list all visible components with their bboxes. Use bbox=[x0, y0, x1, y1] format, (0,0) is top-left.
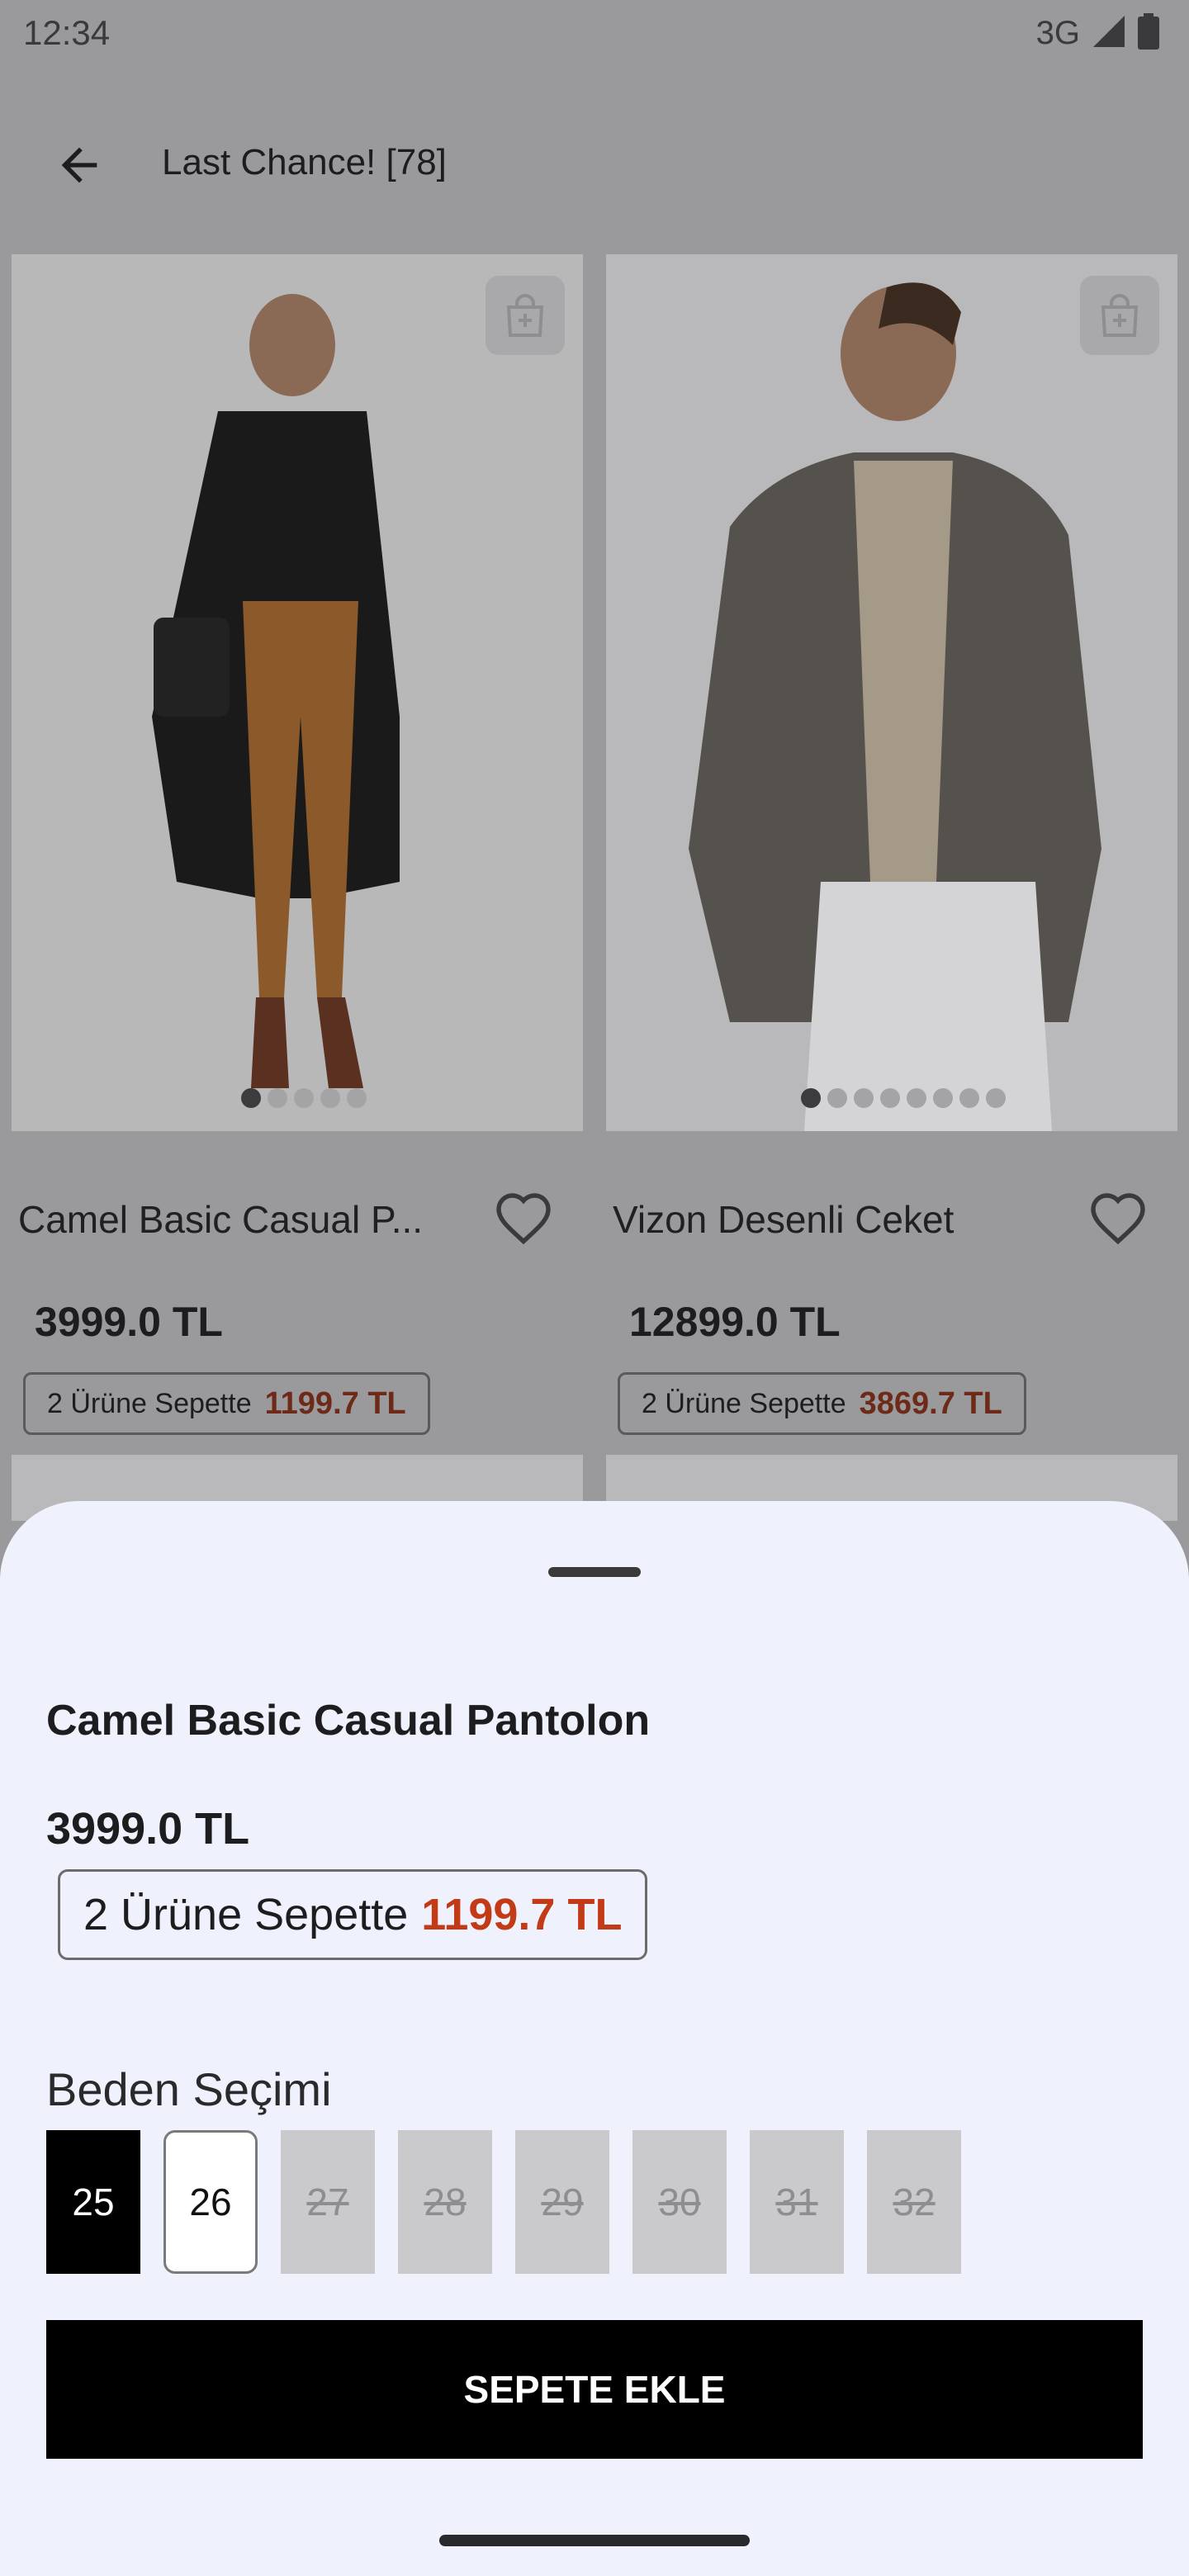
carousel-dot[interactable] bbox=[827, 1088, 847, 1108]
size-section-label: Beden Seçimi bbox=[46, 2063, 332, 2115]
promo-price: 1199.7 TL bbox=[421, 1890, 623, 1939]
size-option-26[interactable]: 26 bbox=[163, 2130, 258, 2274]
favorite-button[interactable] bbox=[1083, 1186, 1153, 1255]
image-carousel-dots bbox=[801, 1088, 1006, 1108]
size-option-25[interactable]: 25 bbox=[46, 2130, 140, 2274]
signal-icon bbox=[1092, 14, 1126, 53]
arrow-left-icon bbox=[61, 147, 97, 183]
carousel-dot[interactable] bbox=[907, 1088, 926, 1108]
carousel-dot[interactable] bbox=[241, 1088, 261, 1108]
app-header: Last Chance! [78] bbox=[0, 69, 1189, 254]
carousel-dot[interactable] bbox=[268, 1088, 287, 1108]
cart-promo-badge: 2 Ürüne Sepette 1199.7 TL bbox=[23, 1372, 430, 1435]
status-time: 12:34 bbox=[23, 13, 111, 52]
product-price: 3999.0 TL bbox=[35, 1299, 223, 1345]
size-option-28: 28 bbox=[398, 2130, 492, 2274]
battery-icon bbox=[1138, 13, 1159, 54]
promo-label: 2 Ürüne Sepette bbox=[642, 1387, 846, 1419]
product-name[interactable]: Vizon Desenli Ceket bbox=[613, 1197, 954, 1242]
size-option-30: 30 bbox=[632, 2130, 727, 2274]
home-indicator[interactable] bbox=[439, 2535, 750, 2546]
heart-icon bbox=[1091, 1193, 1145, 1245]
drag-handle[interactable] bbox=[548, 1567, 641, 1577]
product-name[interactable]: Camel Basic Casual P... bbox=[18, 1197, 423, 1242]
status-icons: 3G bbox=[1036, 13, 1159, 54]
sheet-promo-badge: 2 Ürüne Sepette 1199.7 TL bbox=[58, 1869, 648, 1960]
quick-add-button[interactable] bbox=[486, 276, 565, 355]
size-selection-sheet: Camel Basic Casual Pantolon 3999.0 TL 2 … bbox=[0, 1501, 1189, 2576]
product-image[interactable] bbox=[606, 254, 1177, 1131]
size-option-32: 32 bbox=[867, 2130, 961, 2274]
sheet-product-price: 3999.0 TL bbox=[46, 1804, 250, 1854]
back-button[interactable] bbox=[46, 132, 112, 198]
add-to-cart-button[interactable]: SEPETE EKLE bbox=[46, 2320, 1143, 2459]
carousel-dot[interactable] bbox=[986, 1088, 1006, 1108]
carousel-dot[interactable] bbox=[880, 1088, 900, 1108]
shopping-bag-icon bbox=[1101, 294, 1139, 337]
promo-label: 2 Ürüne Sepette bbox=[83, 1890, 409, 1939]
size-option-27: 27 bbox=[281, 2130, 375, 2274]
size-option-29: 29 bbox=[515, 2130, 609, 2274]
promo-price: 1199.7 TL bbox=[264, 1385, 406, 1421]
carousel-dot[interactable] bbox=[959, 1088, 979, 1108]
carousel-dot[interactable] bbox=[801, 1088, 821, 1108]
product-photo-woman bbox=[12, 254, 583, 1131]
product-image[interactable] bbox=[12, 254, 583, 1131]
carousel-dot[interactable] bbox=[294, 1088, 314, 1108]
carousel-dot[interactable] bbox=[347, 1088, 367, 1108]
status-bar: 12:34 3G bbox=[0, 0, 1189, 69]
product-price: 12899.0 TL bbox=[629, 1299, 841, 1345]
heart-icon bbox=[496, 1193, 551, 1245]
carousel-dot[interactable] bbox=[320, 1088, 340, 1108]
network-type: 3G bbox=[1035, 15, 1080, 51]
carousel-dot[interactable] bbox=[854, 1088, 874, 1108]
image-carousel-dots bbox=[241, 1088, 367, 1108]
page-title: Last Chance! [78] bbox=[162, 142, 447, 182]
sheet-product-title: Camel Basic Casual Pantolon bbox=[46, 1697, 651, 1745]
product-photo-man bbox=[606, 254, 1177, 1131]
shopping-bag-icon bbox=[506, 294, 544, 337]
cart-promo-badge: 2 Ürüne Sepette 3869.7 TL bbox=[618, 1372, 1026, 1435]
carousel-dot[interactable] bbox=[933, 1088, 953, 1108]
quick-add-button[interactable] bbox=[1080, 276, 1159, 355]
size-options: 25 26 27 28 29 30 31 32 bbox=[46, 2130, 961, 2274]
size-option-31: 31 bbox=[750, 2130, 844, 2274]
favorite-button[interactable] bbox=[489, 1186, 558, 1255]
promo-label: 2 Ürüne Sepette bbox=[47, 1387, 252, 1419]
promo-price: 3869.7 TL bbox=[859, 1385, 1002, 1421]
